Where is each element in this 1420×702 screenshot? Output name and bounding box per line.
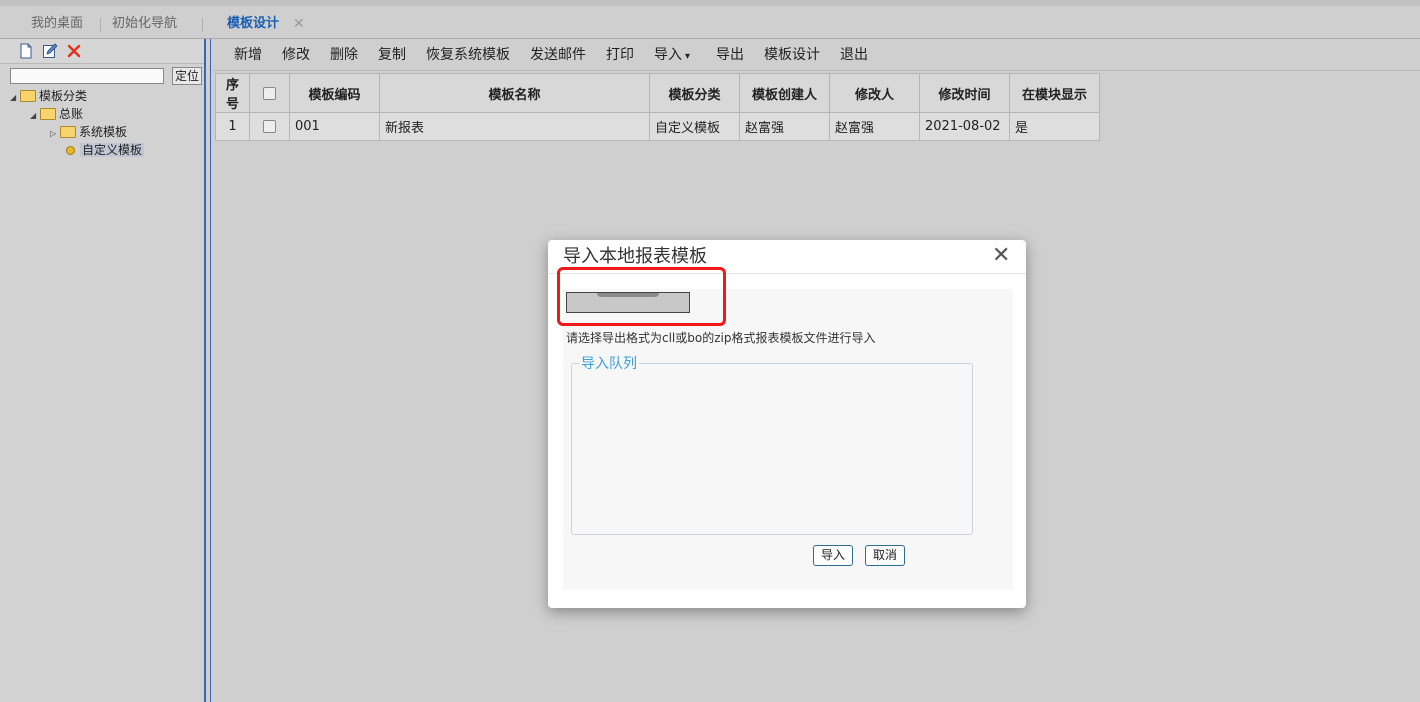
template-design-button[interactable]: 模板设计	[764, 46, 820, 64]
tree-node-label: 系统模板	[79, 125, 128, 139]
col-header-index: 序号	[215, 73, 250, 113]
close-icon[interactable]: ✕	[992, 243, 1010, 269]
tab-separator	[202, 18, 203, 32]
print-button[interactable]: 打印	[606, 46, 634, 64]
tab-my-desktop[interactable]: 我的桌面	[31, 14, 83, 34]
import-queue-legend: 导入队列	[579, 356, 639, 372]
cell-modifier: 赵富强	[829, 112, 920, 141]
col-header-category: 模板分类	[649, 73, 740, 113]
import-queue-panel: 导入队列	[571, 356, 973, 535]
tree-node-label: 模板分类	[39, 89, 88, 103]
modify-button[interactable]: 修改	[282, 46, 310, 64]
tab-init-nav[interactable]: 初始化导航	[112, 14, 177, 34]
folder-icon	[20, 89, 36, 102]
cell-index: 1	[215, 112, 250, 141]
leaf-node-icon	[66, 146, 75, 155]
col-header-modifier: 修改人	[829, 73, 920, 113]
folder-icon	[60, 125, 76, 138]
copy-button[interactable]: 复制	[378, 46, 406, 64]
add-button[interactable]: 新增	[234, 46, 262, 64]
select-all-checkbox[interactable]	[263, 86, 276, 100]
left-toolbar	[0, 39, 204, 64]
collapsed-triangle-icon[interactable]: ▷	[50, 125, 60, 143]
edit-icon[interactable]	[42, 43, 58, 59]
restore-system-template-button[interactable]: 恢复系统模板	[426, 46, 510, 64]
expanded-triangle-icon[interactable]: ◢	[10, 89, 20, 107]
col-header-code: 模板编码	[289, 73, 380, 113]
exit-button[interactable]: 退出	[840, 46, 868, 64]
table-row[interactable]: 1 001 新报表 自定义模板 赵富强 赵富强 2021-08-02 是	[215, 112, 1100, 141]
import-hint-text: 请选择导出格式为cll或bo的zip格式报表模板文件进行导入	[566, 331, 876, 345]
tab-bar: 我的桌面 初始化导航 模板设计 ✕	[0, 0, 1420, 41]
send-mail-button[interactable]: 发送邮件	[530, 46, 586, 64]
cell-select[interactable]	[249, 112, 290, 141]
tree-node-custom-template[interactable]: 自定义模板	[66, 141, 145, 159]
col-header-select[interactable]	[249, 73, 290, 113]
row-checkbox[interactable]	[263, 120, 276, 133]
col-header-show-in-module: 在模块显示	[1009, 73, 1100, 113]
tab-close-icon[interactable]: ✕	[293, 14, 305, 34]
import-label: 导入	[654, 47, 682, 63]
cell-category: 自定义模板	[649, 112, 740, 141]
main-toolbar: 新增 修改 删除 复制 恢复系统模板 发送邮件 打印 导入 ▾ 导出 模板设计 退…	[213, 39, 1420, 71]
col-header-creator: 模板创建人	[739, 73, 830, 113]
tree-node-system-template[interactable]: ▷ 系统模板	[50, 123, 127, 141]
delete-icon[interactable]	[66, 43, 82, 59]
import-template-dialog: 导入本地报表模板 ✕ 请选择导出格式为cll或bo的zip格式报表模板文件进行导…	[548, 240, 1026, 608]
chevron-down-icon: ▾	[685, 51, 691, 62]
import-menu-button[interactable]: 导入 ▾	[654, 46, 690, 66]
col-header-modified-time: 修改时间	[919, 73, 1010, 113]
cell-modified-time: 2021-08-02	[919, 112, 1010, 141]
export-button[interactable]: 导出	[716, 46, 744, 64]
expanded-triangle-icon[interactable]: ◢	[30, 107, 40, 125]
tree-node-label: 自定义模板	[80, 143, 145, 157]
tree-search-input[interactable]	[10, 68, 164, 84]
folder-icon	[40, 107, 56, 120]
new-file-icon[interactable]	[18, 43, 34, 59]
left-panel: 定位 ◢ 模板分类 ◢ 总账 ▷ 系统模板 自定义模板	[0, 39, 206, 702]
import-button[interactable]: 导入	[813, 545, 854, 566]
template-table: 序号 模板编码 模板名称 模板分类 模板创建人 修改人 修改时间 在模块显示 1…	[215, 73, 1100, 141]
cancel-button[interactable]: 取消	[865, 545, 906, 566]
locate-button[interactable]: 定位	[172, 67, 202, 85]
cell-code: 001	[289, 112, 380, 141]
delete-button[interactable]: 删除	[330, 46, 358, 64]
cell-show-in-module: 是	[1009, 112, 1100, 141]
tree-node-label: 总账	[59, 107, 84, 121]
cell-creator: 赵富强	[739, 112, 830, 141]
tree-node-template-category[interactable]: ◢ 模板分类	[10, 87, 87, 105]
panel-splitter[interactable]	[210, 39, 211, 702]
tab-separator	[100, 18, 101, 32]
col-header-name: 模板名称	[379, 73, 650, 113]
tree-node-general-ledger[interactable]: ◢ 总账	[30, 105, 83, 123]
tab-template-design[interactable]: 模板设计	[227, 14, 279, 34]
highlight-box	[557, 267, 726, 326]
dialog-title: 导入本地报表模板	[563, 246, 707, 267]
table-header-row: 序号 模板编码 模板名称 模板分类 模板创建人 修改人 修改时间 在模块显示	[215, 73, 1100, 113]
cell-name: 新报表	[379, 112, 650, 141]
